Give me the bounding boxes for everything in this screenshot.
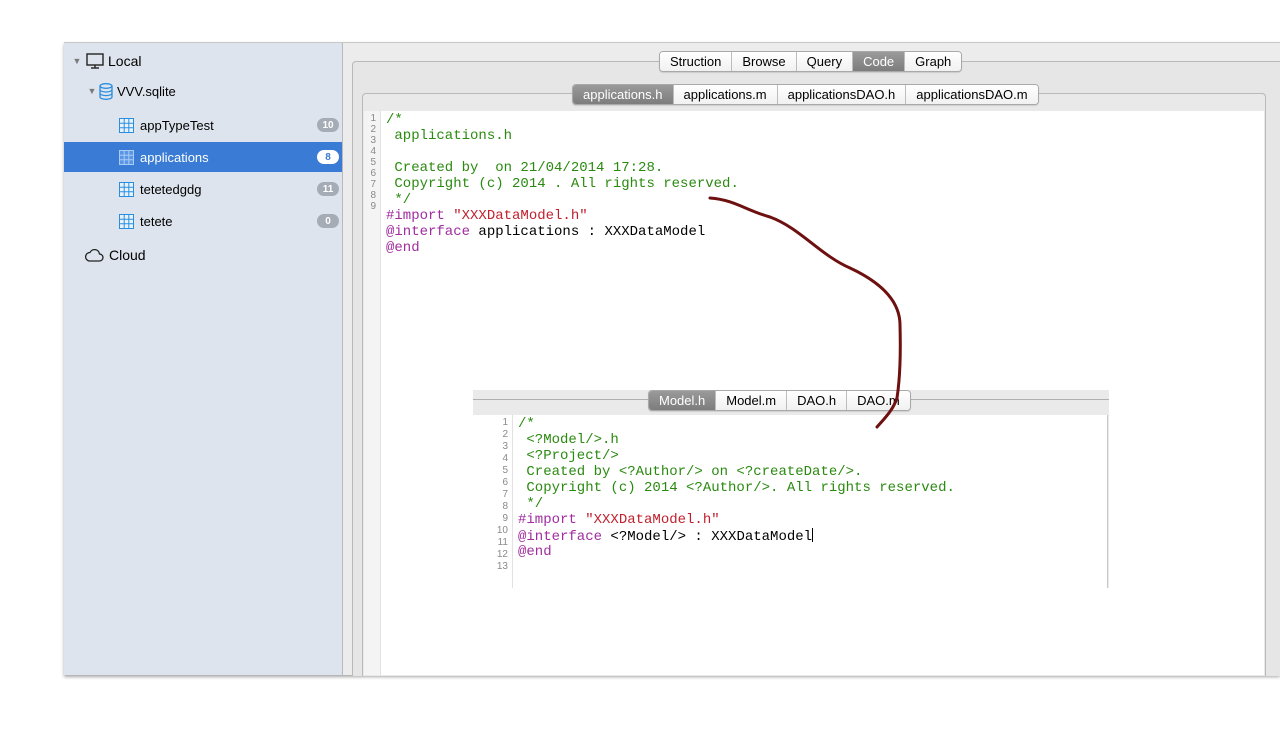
line-number: 12 bbox=[496, 549, 508, 560]
code-line: <?Project/> bbox=[518, 448, 619, 464]
line-number: 3 bbox=[370, 135, 376, 146]
line-number: 9 bbox=[502, 513, 508, 524]
code-line: */ bbox=[518, 496, 544, 512]
import-keyword: #import bbox=[386, 208, 454, 224]
interface-declaration: <?Model/> : XXXDataModel bbox=[602, 529, 813, 545]
template-code-editor[interactable]: 1 2 3 4 5 6 7 8 9 10 11 12 13 /* <?Model… bbox=[473, 415, 1108, 588]
line-number: 7 bbox=[502, 489, 508, 500]
line-number: 13 bbox=[496, 561, 508, 572]
table-grid-icon bbox=[119, 117, 134, 133]
row-count-badge: 11 bbox=[317, 182, 339, 196]
sidebar-item-local[interactable]: ▼ Local bbox=[64, 46, 342, 76]
code-line: <?Model/>.h bbox=[518, 432, 619, 448]
line-number-gutter: 1 2 3 4 5 6 7 8 9 bbox=[364, 111, 381, 675]
sidebar-item-label: applications bbox=[140, 149, 209, 165]
sidebar-item-label: appTypeTest bbox=[140, 117, 214, 133]
table-grid-icon bbox=[119, 181, 134, 197]
code-line: applications.h bbox=[386, 128, 513, 144]
interface-keyword: @interface bbox=[386, 224, 471, 240]
tab-applications-m[interactable]: applications.m bbox=[672, 85, 777, 104]
line-number: 1 bbox=[502, 417, 508, 428]
code-line: /* bbox=[518, 416, 535, 432]
tab-model-h[interactable]: Model.h bbox=[649, 391, 716, 410]
cloud-icon bbox=[84, 248, 104, 262]
code-line-interface: @interface <?Model/> : XXXDataModel bbox=[518, 528, 814, 545]
line-number: 11 bbox=[497, 537, 508, 548]
monitor-icon bbox=[86, 53, 104, 69]
tab-query[interactable]: Query bbox=[795, 52, 853, 71]
row-count-badge: 0 bbox=[317, 214, 339, 228]
code-line: */ bbox=[386, 192, 412, 208]
sidebar-item-table[interactable]: applications 8 bbox=[64, 142, 342, 172]
row-count-badge: 8 bbox=[317, 150, 339, 164]
import-path: "XXXDataModel.h" bbox=[453, 208, 588, 224]
sidebar-item-label: tetete bbox=[140, 213, 173, 229]
tab-dao-m[interactable]: DAO.m bbox=[846, 391, 910, 410]
tab-applications-h[interactable]: applications.h bbox=[573, 85, 673, 104]
tab-browse[interactable]: Browse bbox=[731, 52, 796, 71]
line-number: 4 bbox=[502, 453, 508, 464]
code-line-interface: @interface applications : XXXDataModel bbox=[386, 224, 705, 240]
line-number: 9 bbox=[370, 201, 376, 212]
tab-applications-dao-m[interactable]: applicationsDAO.m bbox=[905, 85, 1038, 104]
line-number: 7 bbox=[370, 179, 376, 190]
row-count-badge: 10 bbox=[317, 118, 339, 132]
sidebar-item-table[interactable]: tetete 0 bbox=[64, 206, 342, 236]
sidebar-item-table[interactable]: tetetedgdg 11 bbox=[64, 174, 342, 204]
disclosure-triangle-icon[interactable]: ▼ bbox=[71, 56, 83, 66]
file-tabs: applications.h applications.m applicatio… bbox=[572, 84, 1039, 105]
template-file-tabs: Model.h Model.m DAO.h DAO.m bbox=[648, 390, 911, 411]
line-number: 4 bbox=[370, 146, 376, 157]
import-path: "XXXDataModel.h" bbox=[585, 512, 720, 528]
line-number: 5 bbox=[370, 157, 376, 168]
template-editor-overlay: Model.h Model.m DAO.h DAO.m 1 2 3 4 5 6 … bbox=[473, 390, 1109, 588]
sidebar-item-label: tetetedgdg bbox=[140, 181, 202, 197]
line-number: 2 bbox=[502, 429, 508, 440]
code-line: @end bbox=[518, 544, 552, 560]
line-number: 5 bbox=[502, 465, 508, 476]
interface-declaration: applications : XXXDataModel bbox=[470, 224, 706, 240]
view-mode-tabs: Struction Browse Query Code Graph bbox=[659, 51, 963, 72]
tab-dao-h[interactable]: DAO.h bbox=[786, 391, 847, 410]
sidebar-item-label: Local bbox=[108, 53, 142, 69]
sidebar-item-label: VVV.sqlite bbox=[117, 83, 176, 99]
sidebar-item-table[interactable]: appTypeTest 10 bbox=[64, 110, 342, 140]
table-grid-icon bbox=[119, 213, 134, 229]
import-keyword: #import bbox=[518, 512, 586, 528]
disclosure-triangle-icon[interactable]: ▼ bbox=[86, 86, 98, 96]
sidebar: ▼ Local ▼ VVV.sqlite appTypeTest 10 appl… bbox=[64, 43, 343, 675]
line-number: 6 bbox=[502, 477, 508, 488]
sidebar-item-cloud[interactable]: Cloud bbox=[64, 240, 342, 270]
sidebar-item-label: Cloud bbox=[109, 247, 146, 263]
line-number: 1 bbox=[370, 113, 376, 124]
code-line: Copyright (c) 2014 . All rights reserved… bbox=[386, 176, 739, 192]
line-number: 8 bbox=[502, 501, 508, 512]
code-line: /* bbox=[386, 112, 403, 128]
line-number: 3 bbox=[502, 441, 508, 452]
tab-graph[interactable]: Graph bbox=[904, 52, 962, 71]
database-icon bbox=[99, 82, 113, 100]
code-line: Created by on 21/04/2014 17:28. bbox=[386, 160, 664, 176]
code-line: @end bbox=[386, 240, 420, 256]
sidebar-item-database[interactable]: ▼ VVV.sqlite bbox=[64, 76, 342, 106]
line-number: 6 bbox=[370, 168, 376, 179]
code-line: Copyright (c) 2014 <?Author/>. All right… bbox=[518, 480, 955, 496]
tab-struction[interactable]: Struction bbox=[660, 52, 732, 71]
line-number: 2 bbox=[370, 124, 376, 135]
tab-applications-dao-h[interactable]: applicationsDAO.h bbox=[776, 85, 906, 104]
code-line: Created by <?Author/> on <?createDate/>. bbox=[518, 464, 863, 480]
interface-keyword: @interface bbox=[518, 529, 603, 545]
code-line-import: #import "XXXDataModel.h" bbox=[386, 208, 588, 224]
line-number: 10 bbox=[496, 525, 508, 536]
line-number: 8 bbox=[370, 190, 376, 201]
table-grid-icon bbox=[119, 149, 134, 165]
tab-code[interactable]: Code bbox=[852, 52, 905, 71]
text-caret bbox=[812, 528, 814, 542]
line-number-gutter: 1 2 3 4 5 6 7 8 9 10 11 12 13 bbox=[473, 415, 513, 588]
code-line-import: #import "XXXDataModel.h" bbox=[518, 512, 720, 528]
tab-model-m[interactable]: Model.m bbox=[715, 391, 787, 410]
